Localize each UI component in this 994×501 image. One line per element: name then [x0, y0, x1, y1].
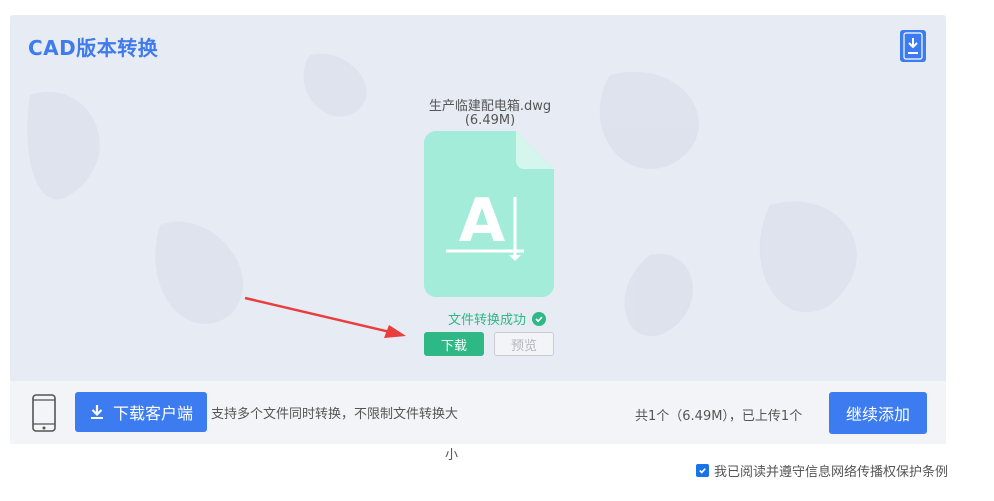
- conversion-status: 文件转换成功: [448, 309, 547, 328]
- conversion-tip-wrap-text: 小: [445, 448, 459, 463]
- download-app-icon[interactable]: [900, 30, 926, 62]
- download-client-button[interactable]: 下载客户端: [75, 392, 207, 432]
- preview-button[interactable]: 预览: [494, 332, 554, 356]
- file-size: (6.49M): [464, 113, 516, 128]
- success-check-icon: [532, 311, 547, 326]
- mobile-phone-icon: [32, 394, 56, 436]
- upload-count-text: 共1个（6.49M），已上传1个: [635, 409, 803, 424]
- conversion-tip-text: 支持多个文件同时转换，不限制文件转换大: [211, 407, 459, 422]
- download-client-label: 下载客户端: [112, 404, 193, 423]
- file-icon-letter: A: [459, 186, 506, 256]
- cad-file-icon: A: [424, 131, 554, 301]
- converter-panel: CAD版本转换 生产临建配电箱.dwg (6.49M) A 文件转换成功 下载 …: [10, 15, 946, 381]
- agreement-checkbox[interactable]: [696, 464, 709, 477]
- download-arrow-icon: [90, 405, 103, 419]
- page-title: CAD版本转换: [28, 36, 159, 60]
- agreement-text: 我已阅读并遵守信息网络传播权保护条例: [714, 465, 949, 480]
- download-button[interactable]: 下载: [424, 332, 484, 356]
- footer-bar: 下载客户端 支持多个文件同时转换，不限制文件转换大 共1个（6.49M），已上传…: [10, 381, 946, 444]
- file-name: 生产临建配电箱.dwg: [428, 99, 552, 114]
- status-text: 文件转换成功: [448, 313, 527, 328]
- continue-add-button[interactable]: 继续添加: [829, 392, 927, 434]
- agreement-row[interactable]: 我已阅读并遵守信息网络传播权保护条例: [696, 461, 948, 480]
